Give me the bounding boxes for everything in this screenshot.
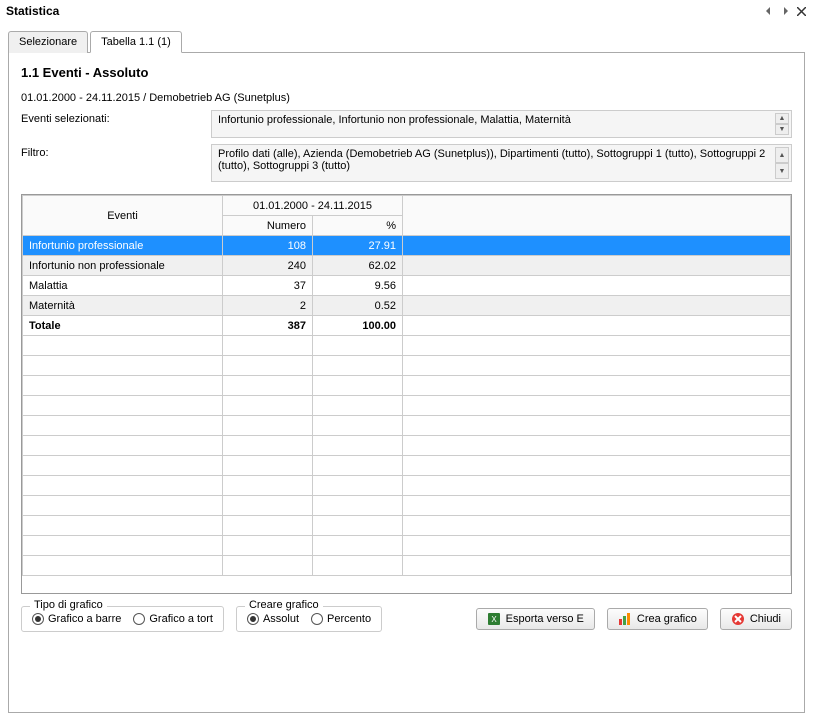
creare-grafico-title: Creare grafico: [245, 599, 323, 611]
th-pct[interactable]: %: [313, 216, 403, 236]
spinner-up-icon[interactable]: ▲: [775, 113, 789, 124]
tipo-grafico-title: Tipo di grafico: [30, 599, 107, 611]
table-row-empty: [23, 476, 791, 496]
table-row-empty: [23, 456, 791, 476]
window-title: Statistica: [6, 4, 59, 18]
cell-pct: 100.00: [313, 316, 403, 336]
cell-empty: [403, 256, 791, 276]
table-row-empty: [23, 556, 791, 576]
table-row-empty: [23, 396, 791, 416]
tab-selezionare[interactable]: Selezionare: [8, 31, 88, 53]
th-numero[interactable]: Numero: [223, 216, 313, 236]
date-range-meta: 01.01.2000 - 24.11.2015 / Demobetrieb AG…: [21, 92, 792, 104]
eventi-selezionati-value[interactable]: Infortunio professionale, Infortunio non…: [211, 110, 792, 138]
eventi-selezionati-text: Infortunio professionale, Infortunio non…: [218, 114, 571, 126]
filtro-label: Filtro:: [21, 144, 211, 182]
close-icon[interactable]: [795, 5, 807, 17]
tipo-grafico-radio[interactable]: Grafico a barre: [32, 613, 121, 625]
radio-dot-icon: [133, 613, 145, 625]
radio-dot-icon: [32, 613, 44, 625]
table-row-empty: [23, 496, 791, 516]
table-row[interactable]: Infortunio non professionale24062.02: [23, 256, 791, 276]
cell-empty: [403, 316, 791, 336]
creare-grafico-radio[interactable]: Assolut: [247, 613, 299, 625]
cell-numero: 37: [223, 276, 313, 296]
th-empty: [403, 196, 791, 236]
tipo-grafico-radio[interactable]: Grafico a tort: [133, 613, 213, 625]
chiudi-label: Chiudi: [750, 613, 781, 625]
cell-label: Maternità: [23, 296, 223, 316]
cell-empty: [403, 276, 791, 296]
table-row[interactable]: Maternità20.52: [23, 296, 791, 316]
crea-grafico-button[interactable]: Crea grafico: [607, 608, 708, 630]
cell-label: Infortunio professionale: [23, 236, 223, 256]
radio-label: Grafico a barre: [48, 613, 121, 625]
filtro-value[interactable]: Profilo dati (alle), Azienda (Demobetrie…: [211, 144, 792, 182]
tab-tabella[interactable]: Tabella 1.1 (1): [90, 31, 182, 53]
creare-grafico-radio[interactable]: Percento: [311, 613, 371, 625]
radio-label: Assolut: [263, 613, 299, 625]
radio-label: Grafico a tort: [149, 613, 213, 625]
radio-dot-icon: [247, 613, 259, 625]
creare-grafico-group: Creare grafico AssolutPercento: [236, 606, 382, 632]
th-period[interactable]: 01.01.2000 - 24.11.2015: [223, 196, 403, 216]
crea-grafico-label: Crea grafico: [637, 613, 697, 625]
table-total-row: Totale387100.00: [23, 316, 791, 336]
cell-label: Malattia: [23, 276, 223, 296]
data-table: Eventi 01.01.2000 - 24.11.2015 Numero % …: [21, 194, 792, 594]
radio-label: Percento: [327, 613, 371, 625]
radio-dot-icon: [311, 613, 323, 625]
table-row[interactable]: Infortunio professionale10827.91: [23, 236, 791, 256]
cell-pct: 0.52: [313, 296, 403, 316]
eventi-selezionati-label: Eventi selezionati:: [21, 110, 211, 138]
table-row-empty: [23, 536, 791, 556]
svg-text:X: X: [491, 615, 497, 624]
section-title: 1.1 Eventi - Assoluto: [21, 65, 792, 80]
esporta-button[interactable]: X Esporta verso E: [476, 608, 595, 630]
cell-pct: 27.91: [313, 236, 403, 256]
cell-numero: 2: [223, 296, 313, 316]
table-row-empty: [23, 356, 791, 376]
excel-icon: X: [487, 612, 501, 626]
spinner-up-icon[interactable]: ▲: [775, 147, 789, 163]
spinner-down-icon[interactable]: ▼: [775, 163, 789, 179]
prev-icon[interactable]: [763, 5, 775, 17]
tab-content: 1.1 Eventi - Assoluto 01.01.2000 - 24.11…: [8, 53, 805, 713]
table-row[interactable]: Malattia379.56: [23, 276, 791, 296]
tipo-grafico-group: Tipo di grafico Grafico a barreGrafico a…: [21, 606, 224, 632]
chart-icon: [618, 612, 632, 626]
next-icon[interactable]: [779, 5, 791, 17]
cell-pct: 9.56: [313, 276, 403, 296]
tab-bar: Selezionare Tabella 1.1 (1): [8, 30, 805, 53]
table-row-empty: [23, 436, 791, 456]
cell-numero: 240: [223, 256, 313, 276]
table-row-empty: [23, 416, 791, 436]
spinner-down-icon[interactable]: ▼: [775, 124, 789, 135]
filtro-text: Profilo dati (alle), Azienda (Demobetrie…: [218, 148, 765, 172]
cell-label: Totale: [23, 316, 223, 336]
chiudi-button[interactable]: Chiudi: [720, 608, 792, 630]
cell-label: Infortunio non professionale: [23, 256, 223, 276]
cell-pct: 62.02: [313, 256, 403, 276]
cell-empty: [403, 236, 791, 256]
cell-numero: 387: [223, 316, 313, 336]
cell-numero: 108: [223, 236, 313, 256]
table-row-empty: [23, 376, 791, 396]
table-row-empty: [23, 516, 791, 536]
table-row-empty: [23, 336, 791, 356]
close-red-icon: [731, 612, 745, 626]
esporta-label: Esporta verso E: [506, 613, 584, 625]
window-controls: [763, 5, 807, 17]
th-eventi[interactable]: Eventi: [23, 196, 223, 236]
cell-empty: [403, 296, 791, 316]
